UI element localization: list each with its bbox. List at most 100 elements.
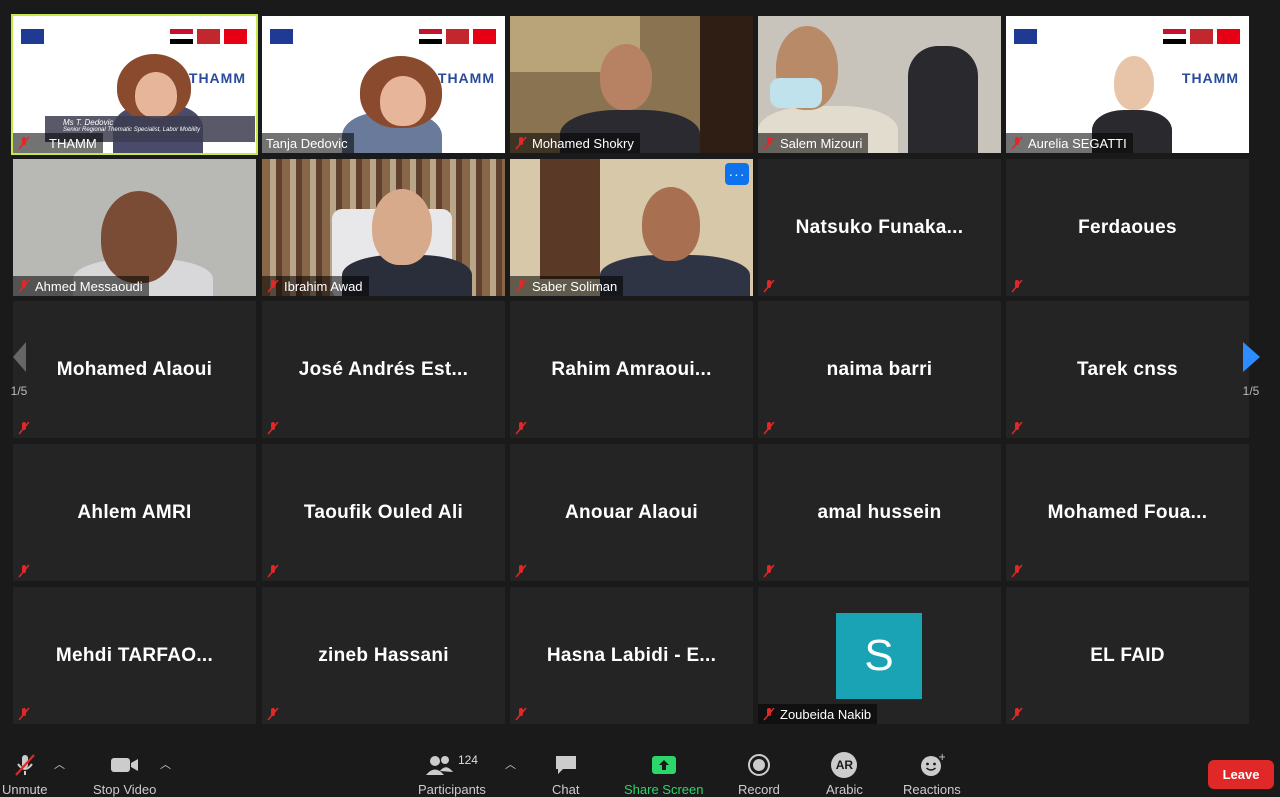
muted-mic-icon [18, 136, 30, 150]
video-tile-saber-soliman[interactable]: ··· Saber Soliman [510, 159, 753, 296]
speaker-face [101, 191, 177, 283]
thamm-logo: THAMM [437, 70, 495, 86]
participant-tile[interactable]: Anouar Alaoui [510, 444, 753, 581]
participant-tile[interactable]: Mohamed Alaoui [13, 301, 256, 438]
participant-nametag: Aurelia SEGATTI [1006, 133, 1133, 153]
participant-name: Ibrahim Awad [284, 278, 363, 294]
muted-mic-icon [763, 136, 775, 150]
eu-flag-icon [270, 29, 293, 44]
chevron-left-icon [12, 342, 26, 372]
share-screen-button[interactable]: Share Screen [624, 752, 704, 797]
participant-display-name: Tarek cnss [1077, 358, 1178, 380]
participant-display-name: Natsuko Funaka... [795, 216, 964, 238]
language-globe-icon: AR [831, 752, 858, 778]
previous-page-button[interactable]: 1/5 [0, 322, 38, 418]
tunisia-flag-icon [224, 29, 247, 44]
tunisia-flag-icon [473, 29, 496, 44]
muted-mic-icon [12, 752, 38, 778]
video-options-caret[interactable]: ︿ [160, 756, 171, 772]
smiley-icon: + [919, 752, 945, 778]
thamm-logo: THAMM [1181, 70, 1239, 86]
muted-mic-icon [515, 279, 527, 293]
muted-mic-icon [1008, 563, 1026, 579]
participant-name: Zoubeida Nakib [780, 706, 872, 722]
participant-tile[interactable]: Mehdi TARFAO... [13, 587, 256, 724]
participants-options-caret[interactable]: ︿ [505, 756, 516, 772]
chat-button[interactable]: Chat [552, 752, 579, 797]
muted-mic-icon [760, 420, 778, 436]
morocco-flag-icon [446, 29, 469, 44]
participant-tile[interactable]: Ahlem AMRI [13, 444, 256, 581]
video-camera-icon [110, 752, 140, 778]
participant-nametag: Tanja Dedovic [262, 133, 354, 153]
speaker-face [1114, 56, 1154, 110]
muted-mic-icon [760, 563, 778, 579]
participant-tile[interactable]: amal hussein [758, 444, 1001, 581]
video-tile-ibrahim-awad[interactable]: Ibrahim Awad [262, 159, 505, 296]
chevron-right-icon [1242, 342, 1260, 372]
participant-display-name: Rahim Amraoui... [551, 358, 712, 380]
participant-tile[interactable]: Ferdaoues [1006, 159, 1249, 296]
participant-name: Tanja Dedovic [266, 135, 348, 151]
video-tile-thamm[interactable]: THAMM Ms T. Dedovic Senior Regional Them… [11, 14, 258, 155]
egypt-flag-icon [1163, 29, 1186, 44]
audio-options-caret[interactable]: ︿ [54, 756, 65, 772]
video-gallery: THAMM Ms T. Dedovic Senior Regional Them… [11, 14, 1249, 724]
egypt-flag-icon [419, 29, 442, 44]
unmute-button[interactable]: Unmute [2, 752, 48, 797]
participant-display-name: Taoufik Ouled Ali [303, 501, 464, 523]
participants-button[interactable]: 124 Participants [418, 752, 486, 797]
muted-mic-icon [512, 420, 530, 436]
speaker-face [600, 44, 652, 110]
record-button[interactable]: Record [738, 752, 780, 797]
muted-mic-icon [760, 278, 778, 294]
participant-display-name: zineb Hassani [318, 644, 449, 666]
participant-display-name: EL FAID [1090, 644, 1165, 666]
video-tile-salem-mizouri[interactable]: Salem Mizouri [758, 16, 1001, 153]
reactions-button[interactable]: + Reactions [903, 752, 961, 797]
stop-video-button[interactable]: Stop Video [93, 752, 156, 797]
morocco-flag-icon [197, 29, 220, 44]
participant-tile[interactable]: Taoufik Ouled Ali [262, 444, 505, 581]
participant-tile[interactable]: Rahim Amraoui... [510, 301, 753, 438]
tunisia-flag-icon [1217, 29, 1240, 44]
participant-tile[interactable]: Hasna Labidi - E... [510, 587, 753, 724]
participant-display-name: José Andrés Est... [298, 358, 469, 380]
avatar: S [836, 613, 922, 699]
next-page-button[interactable]: 1/5 [1232, 322, 1270, 418]
participant-display-name: Hasna Labidi - E... [546, 644, 717, 666]
interpretation-arabic-button[interactable]: AR Arabic [826, 752, 863, 797]
participant-nametag: Saber Soliman [510, 276, 624, 296]
video-tile-mohamed-shokry[interactable]: Mohamed Shokry [510, 16, 753, 153]
participant-count: 124 [457, 753, 478, 767]
muted-mic-icon [18, 279, 30, 293]
morocco-flag-icon [1190, 29, 1213, 44]
participant-nametag: Ahmed Messaoudi [13, 276, 149, 296]
participant-tile[interactable]: EL FAID [1006, 587, 1249, 724]
speaker-face [135, 72, 177, 118]
more-options-button[interactable]: ··· [725, 163, 749, 185]
participant-tile[interactable]: zineb Hassani [262, 587, 505, 724]
participant-tile[interactable]: José Andrés Est... [262, 301, 505, 438]
muted-mic-icon [264, 420, 282, 436]
muted-mic-icon [763, 707, 775, 721]
video-tile-tanja[interactable]: THAMM Tanja Dedovic [262, 16, 505, 153]
video-tile-aurelia-segatti[interactable]: THAMM Aurelia SEGATTI [1006, 16, 1249, 153]
participant-name: Mohamed Shokry [532, 135, 634, 151]
video-tile-ahmed-messaoudi[interactable]: Ahmed Messaoudi [13, 159, 256, 296]
participant-tile[interactable]: Natsuko Funaka... [758, 159, 1001, 296]
participant-tile[interactable]: Mohamed Foua... [1006, 444, 1249, 581]
participant-tile[interactable]: Tarek cnss [1006, 301, 1249, 438]
participant-tile-zoubeida[interactable]: S Zoubeida Nakib [758, 587, 1001, 724]
chair [908, 46, 978, 153]
participant-nametag: Mohamed Shokry [510, 133, 640, 153]
participant-tile[interactable]: naima barri [758, 301, 1001, 438]
participant-nametag: THAMM [13, 133, 103, 153]
participant-display-name: Ahlem AMRI [77, 501, 192, 523]
muted-mic-icon [264, 563, 282, 579]
page-indicator-right: 1/5 [1242, 384, 1260, 398]
leave-button[interactable]: Leave [1208, 760, 1274, 789]
muted-mic-icon [15, 706, 33, 722]
egypt-flag-icon [170, 29, 193, 44]
eu-flag-icon [21, 29, 44, 44]
